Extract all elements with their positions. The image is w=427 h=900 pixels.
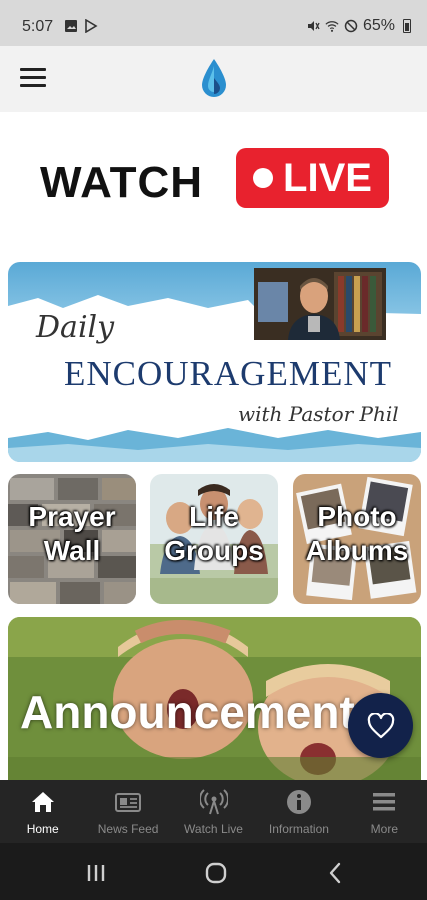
photo-albums-tile[interactable]: Photo Albums <box>293 474 421 604</box>
bottom-navigation: Home News Feed Watch Live Information Mo… <box>0 780 427 843</box>
favorite-button[interactable] <box>348 693 413 758</box>
hamburger-menu-icon[interactable] <box>20 68 46 90</box>
mute-icon <box>307 21 320 31</box>
nav-watch-live[interactable]: Watch Live <box>171 780 256 843</box>
live-badge: LIVE <box>236 148 389 208</box>
daily-encouragement-banner[interactable]: Daily ENCOURAGEMENT with Pastor Phil <box>8 262 421 462</box>
watch-live-banner[interactable]: WATCH LIVE <box>0 112 427 252</box>
water-drop-logo-icon <box>202 59 226 97</box>
banner-title: ENCOURAGEMENT <box>64 354 392 393</box>
news-feed-icon <box>115 793 142 812</box>
live-dot-icon <box>253 168 274 188</box>
quick-links: Prayer Wall Life Groups Photo Albums <box>8 474 421 604</box>
battery-icon <box>403 19 411 33</box>
life-groups-tile[interactable]: Life Groups <box>150 474 278 604</box>
nav-more[interactable]: More <box>342 780 427 843</box>
live-label: LIVE <box>283 155 372 200</box>
life-groups-label: Life Groups <box>164 501 264 566</box>
banner-script-text: Daily <box>36 310 115 345</box>
nav-news-feed[interactable]: News Feed <box>85 780 170 843</box>
prayer-wall-tile[interactable]: Prayer Wall <box>8 474 136 604</box>
app-header <box>0 46 427 112</box>
photo-albums-label: Photo Albums <box>305 501 409 566</box>
nav-information[interactable]: Information <box>256 780 341 843</box>
battery-percent: 65% <box>362 17 395 34</box>
banner-subtitle: with Pastor Phil <box>238 402 399 426</box>
wifi-icon <box>325 21 339 32</box>
nav-home[interactable]: Home <box>0 780 85 843</box>
announcements-label: Announcements <box>20 686 381 738</box>
recents-icon[interactable] <box>84 861 108 885</box>
home-icon <box>31 792 54 812</box>
info-icon <box>286 790 311 814</box>
pastor-photo <box>254 268 386 340</box>
do-not-disturb-icon <box>344 19 358 33</box>
system-navigation-bar <box>0 843 427 900</box>
status-bar: 5:07 65% <box>0 0 427 46</box>
status-time: 5:07 <box>22 18 54 35</box>
gallery-notification-icon <box>65 20 77 32</box>
back-icon[interactable] <box>324 861 348 885</box>
announcements-banner[interactable]: Announcements <box>8 617 421 780</box>
watch-label: WATCH <box>40 158 204 207</box>
broadcast-icon <box>199 789 228 815</box>
more-menu-icon <box>373 793 396 811</box>
prayer-wall-label: Prayer Wall <box>28 501 116 566</box>
home-circle-icon[interactable] <box>204 861 228 885</box>
play-store-notification-icon <box>85 19 98 33</box>
heart-icon <box>367 712 394 738</box>
